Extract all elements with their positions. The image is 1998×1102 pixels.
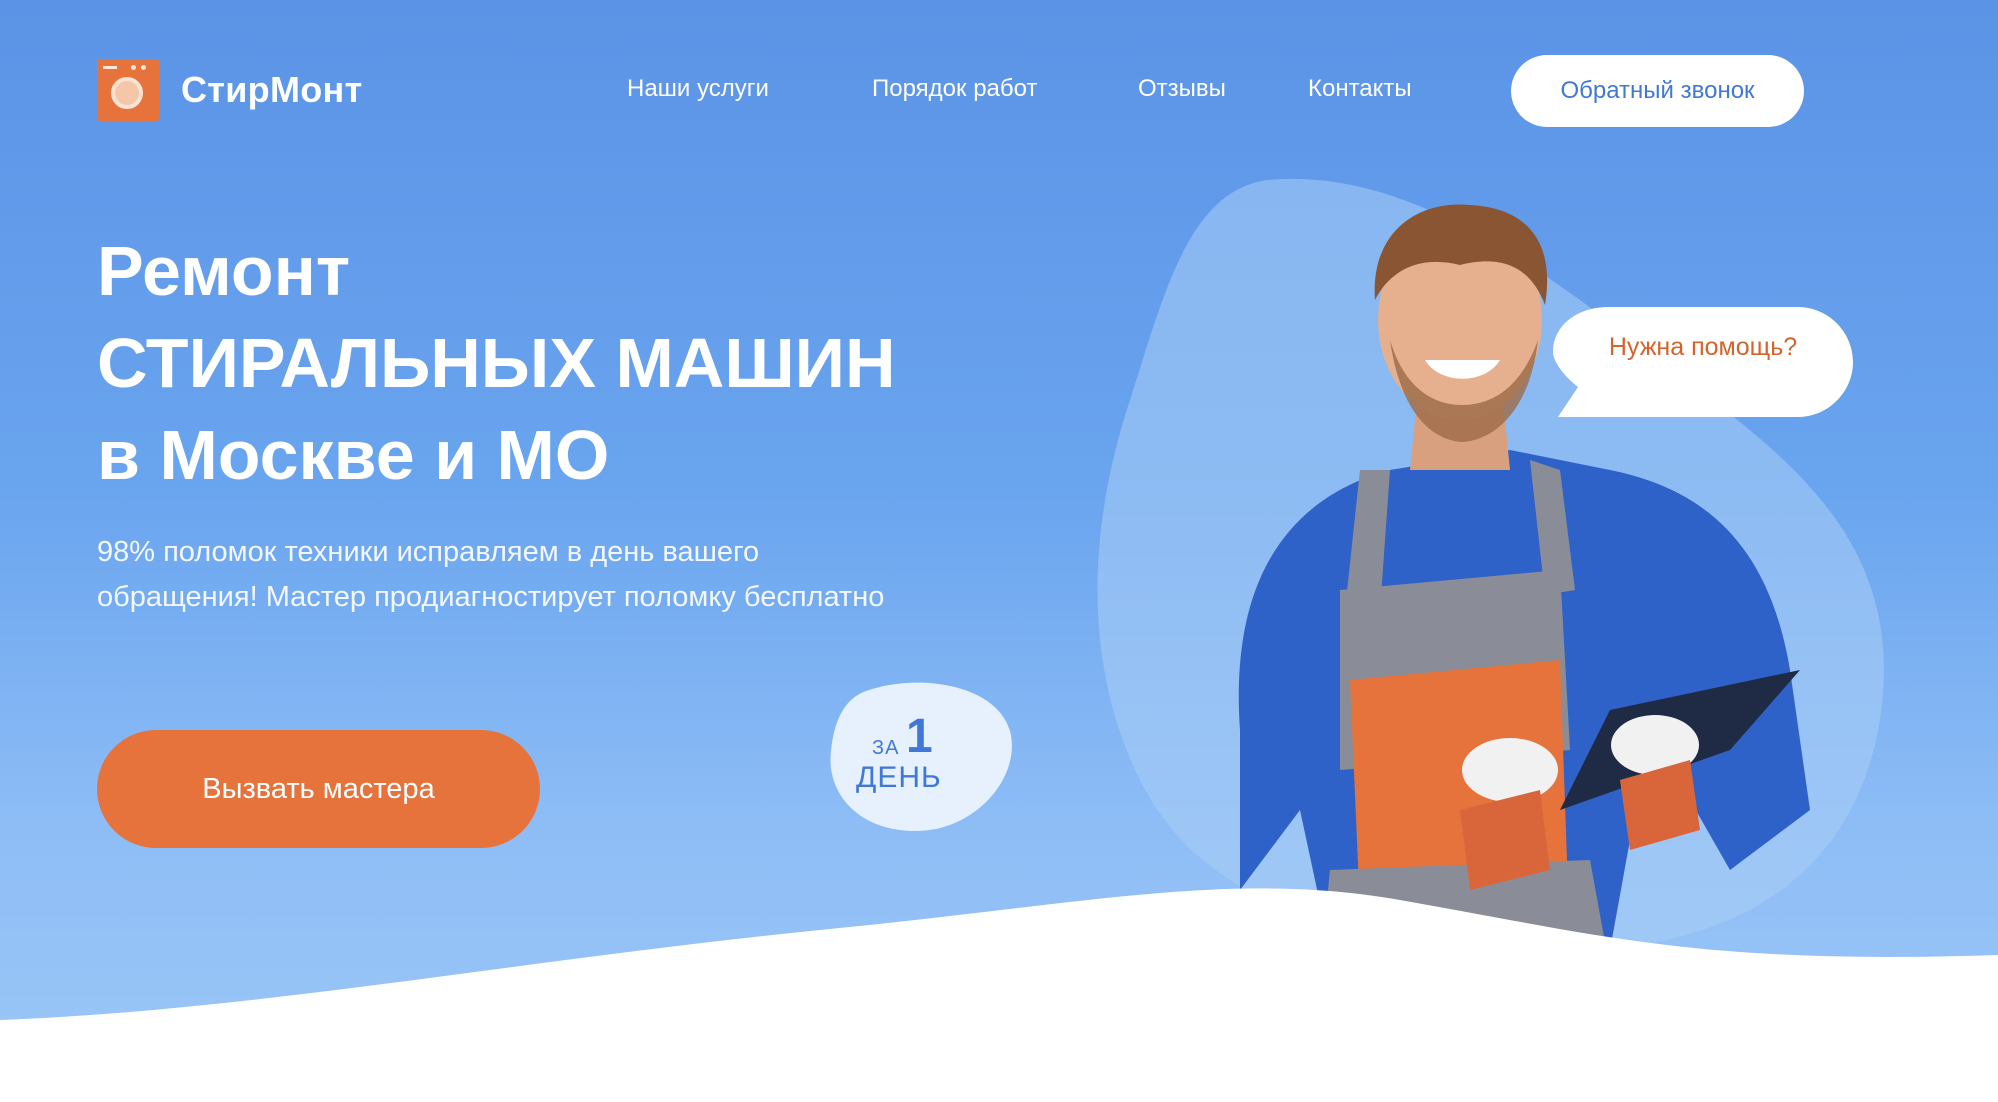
nav-item-reviews[interactable]: Отзывы xyxy=(1138,75,1226,103)
badge-number: 1 xyxy=(906,710,933,763)
hero-section: СтирМонт Наши услуги Порядок работ Отзыв… xyxy=(0,0,1998,1102)
speech-bubble-text: Нужна помощь? xyxy=(1608,333,1798,361)
callback-button[interactable]: Обратный звонок xyxy=(1511,55,1804,127)
title-line-2: СТИРАЛЬНЫХ МАШИН xyxy=(97,324,896,402)
nav-item-services[interactable]: Наши услуги xyxy=(627,75,769,103)
title-line-3: в Москве и МО xyxy=(97,416,610,494)
badge-unit: ДЕНЬ xyxy=(856,761,942,794)
speech-bubble xyxy=(1553,307,1853,417)
title-line-1: Ремонт xyxy=(97,232,351,310)
nav-item-contacts[interactable]: Контакты xyxy=(1308,75,1412,103)
page-title: Ремонт СТИРАЛЬНЫХ МАШИН в Москве и МО xyxy=(97,225,896,501)
hero-subtitle: 98% поломок техники исправляем в день ва… xyxy=(97,536,885,613)
brand-logo[interactable]: СтирМонт xyxy=(97,59,363,121)
one-day-badge: ЗА 1 ДЕНЬ xyxy=(826,681,1012,833)
technician-illustration xyxy=(1238,204,1810,970)
nav-item-work-order[interactable]: Порядок работ xyxy=(872,75,1037,103)
call-master-button[interactable]: Вызвать мастера xyxy=(97,730,540,848)
badge-za: ЗА xyxy=(872,737,900,759)
brand-name: СтирМонт xyxy=(181,69,363,110)
washing-machine-icon xyxy=(97,59,159,121)
